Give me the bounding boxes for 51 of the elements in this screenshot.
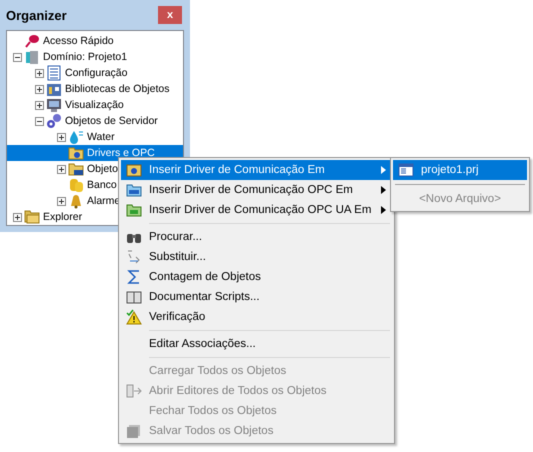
expand-icon[interactable] <box>57 164 66 174</box>
tree-item[interactable]: Configuração <box>7 65 183 81</box>
tree-item[interactable]: Visualização <box>7 97 183 113</box>
menu-item[interactable]: Inserir Driver de Comunicação OPC UA Em <box>121 200 392 220</box>
expand-icon[interactable] <box>35 84 44 94</box>
collapse-icon[interactable] <box>35 116 44 126</box>
menu-item[interactable]: Verificação <box>121 307 392 327</box>
list-icon <box>46 65 62 81</box>
server-icon <box>24 49 40 65</box>
folder-icon <box>68 145 84 161</box>
file-icon <box>398 162 414 178</box>
database-icon <box>68 177 84 193</box>
book-icon <box>126 289 142 305</box>
tree-item[interactable]: Drivers e OPC <box>7 145 183 161</box>
tree-item[interactable]: Domínio: Projeto1 <box>7 49 183 65</box>
collapse-icon[interactable] <box>13 52 22 62</box>
close-button[interactable]: x <box>158 6 182 24</box>
menu-item[interactable]: Procurar... <box>121 227 392 247</box>
gears-icon <box>46 113 62 129</box>
expand-icon[interactable] <box>57 132 66 142</box>
editors-icon <box>126 383 142 399</box>
pin-icon <box>24 33 40 49</box>
tree-item[interactable]: Acesso Rápido <box>7 33 183 49</box>
bell-icon <box>68 193 84 209</box>
menu-item[interactable]: Inserir Driver de Comunicação Em <box>121 160 392 180</box>
monitor-icon <box>46 97 62 113</box>
drop-icon <box>68 129 84 145</box>
expand-icon[interactable] <box>35 68 44 78</box>
menu-item[interactable]: Substituir... <box>121 247 392 267</box>
replace-icon <box>126 249 142 265</box>
expand-icon[interactable] <box>13 212 22 222</box>
tree-item[interactable]: Bibliotecas de Objetos <box>7 81 183 97</box>
folder-icon <box>68 161 84 177</box>
expand-icon[interactable] <box>57 196 66 206</box>
folder-icon <box>126 162 142 178</box>
tree-item[interactable]: Objetos de Servidor <box>7 113 183 129</box>
folder-icon <box>126 182 142 198</box>
panel-title: Organizer <box>6 8 67 22</box>
warning-icon <box>126 309 142 325</box>
menu-item[interactable]: Documentar Scripts... <box>121 287 392 307</box>
folder-icon <box>24 209 40 225</box>
menu-item[interactable]: projeto1.prj <box>393 160 527 180</box>
folder-icon <box>126 202 142 218</box>
tree-item[interactable]: Water <box>7 129 183 145</box>
library-icon <box>46 81 62 97</box>
menu-item[interactable]: Contagem de Objetos <box>121 267 392 287</box>
menu-item[interactable]: Editar Associações... <box>121 334 392 354</box>
menu-item[interactable]: Inserir Driver de Comunicação OPC Em <box>121 180 392 200</box>
sigma-icon <box>126 269 142 285</box>
expand-icon[interactable] <box>35 100 44 110</box>
save-icon <box>126 423 142 439</box>
